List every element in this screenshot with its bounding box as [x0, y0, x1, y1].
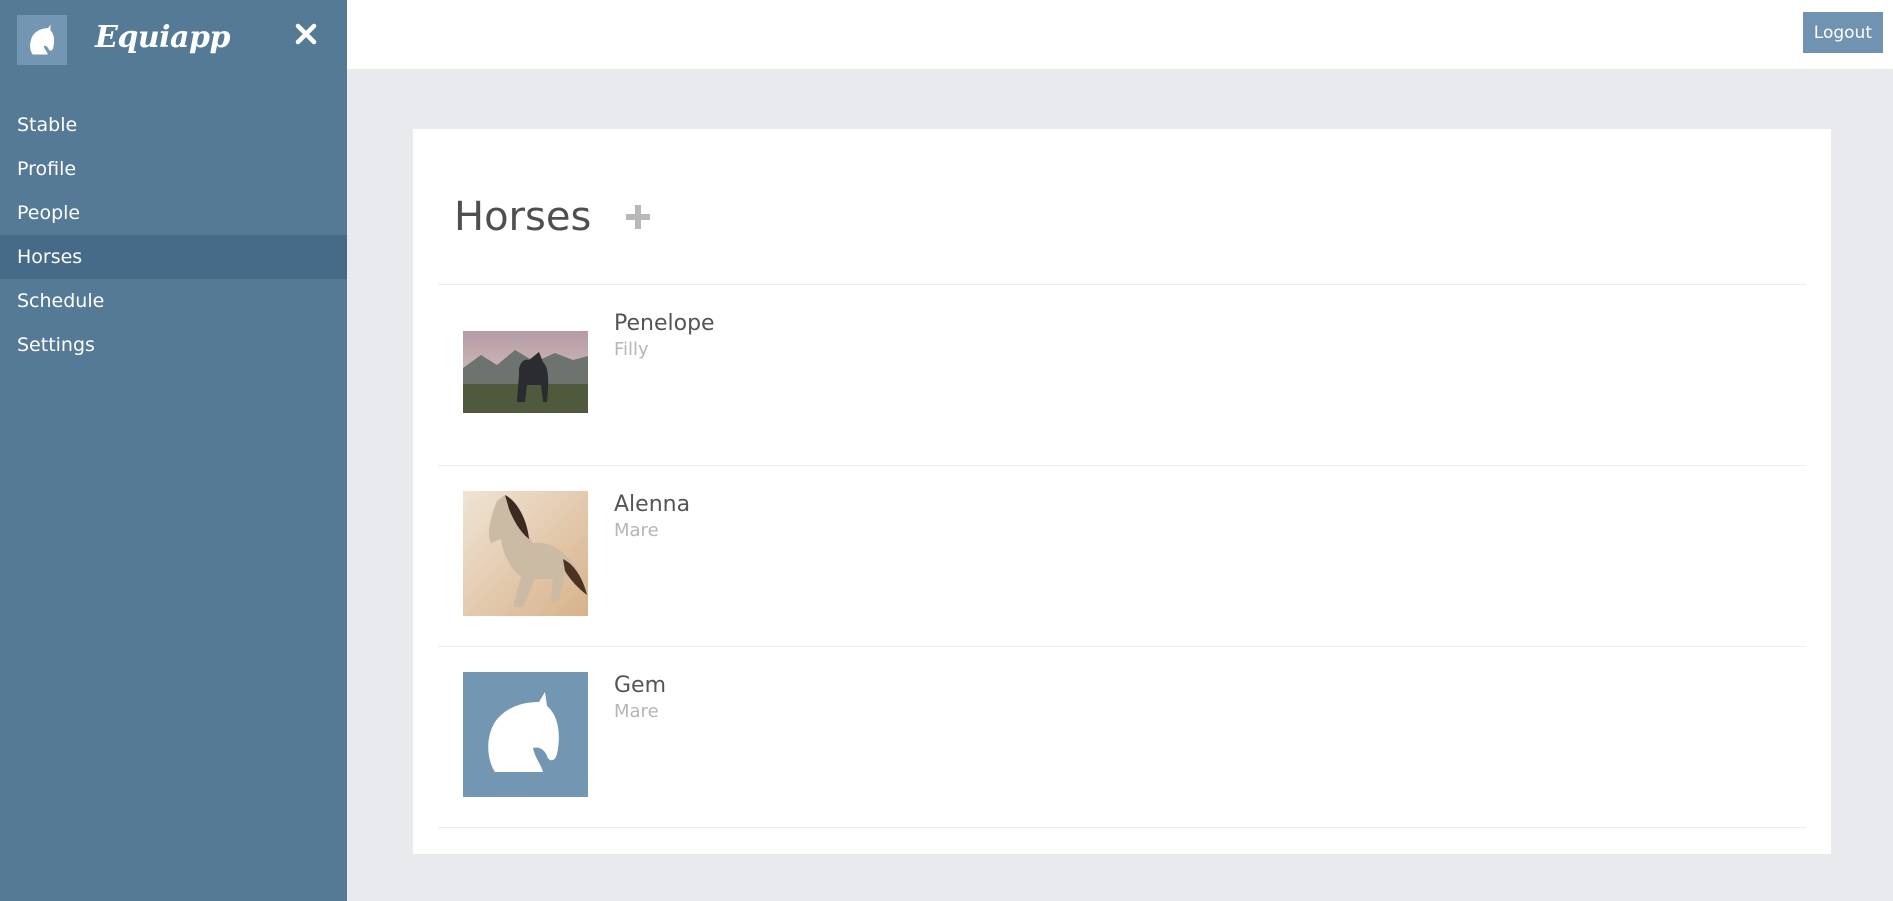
horse-name[interactable]: Alenna [614, 492, 690, 517]
horse-list: Penelope Filly Alenna Mare Gem Mare [438, 284, 1806, 828]
sidebar-item-horses[interactable]: Horses [0, 235, 347, 279]
horse-name[interactable]: Gem [614, 673, 666, 698]
brand: Equiapp [0, 0, 347, 82]
top-bar: Logout [347, 0, 1893, 69]
close-sidebar-button[interactable] [288, 16, 324, 52]
close-icon [295, 23, 317, 45]
horse-photo[interactable] [463, 310, 588, 435]
sidebar-item-profile[interactable]: Profile [0, 147, 347, 191]
horse-type: Mare [614, 701, 659, 722]
horse-type: Filly [614, 339, 649, 360]
horse-logo-icon[interactable] [17, 15, 67, 65]
sidebar-item-stable[interactable]: Stable [0, 103, 347, 147]
horse-photo[interactable] [463, 672, 588, 797]
horse-placeholder-icon [463, 672, 588, 797]
plus-icon [626, 205, 651, 229]
list-item[interactable]: Penelope Filly [438, 284, 1806, 465]
sidebar: Equiapp Stable Profile People Horses Sch… [0, 0, 347, 901]
horse-type: Mare [614, 520, 659, 541]
logout-button[interactable]: Logout [1802, 12, 1883, 53]
card-header: Horses [454, 194, 655, 240]
sidebar-nav: Stable Profile People Horses Schedule Se… [0, 103, 347, 367]
add-horse-button[interactable] [621, 200, 655, 234]
sidebar-item-schedule[interactable]: Schedule [0, 279, 347, 323]
list-item[interactable]: Gem Mare [438, 646, 1806, 828]
sidebar-item-people[interactable]: People [0, 191, 347, 235]
app-name: Equiapp [95, 20, 230, 55]
page-title: Horses [454, 194, 592, 240]
list-item[interactable]: Alenna Mare [438, 465, 1806, 646]
horse-name[interactable]: Penelope [614, 311, 715, 336]
horse-photo[interactable] [463, 491, 588, 616]
sidebar-item-settings[interactable]: Settings [0, 323, 347, 367]
horses-card: Horses Penelope Filly Alenna Mare Gem Ma… [413, 129, 1831, 854]
